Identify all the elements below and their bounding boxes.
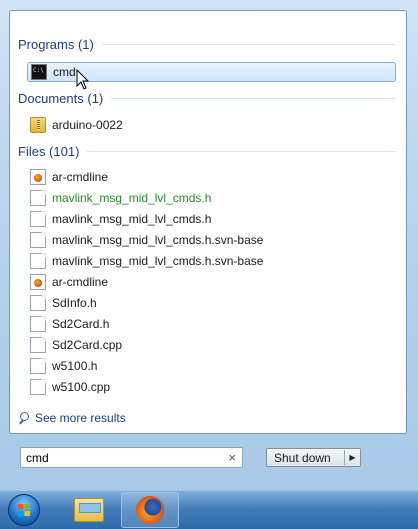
list-item[interactable]: SdInfo.h bbox=[27, 293, 396, 313]
document-icon bbox=[30, 295, 46, 311]
start-button[interactable] bbox=[8, 494, 40, 526]
result-item-label: ar-cmdline bbox=[52, 275, 109, 289]
firefox-icon bbox=[136, 496, 164, 524]
list-item[interactable]: ar-cmdline bbox=[27, 272, 396, 292]
result-item-label: mavlink_msg_mid_lvl_cmds.h bbox=[52, 191, 212, 205]
document-icon bbox=[30, 379, 46, 395]
result-item-label: mavlink_msg_mid_lvl_cmds.h bbox=[52, 212, 212, 226]
list-item[interactable]: w5100.cpp bbox=[27, 377, 396, 397]
firefox-file-icon bbox=[30, 169, 46, 185]
document-icon bbox=[30, 232, 46, 248]
divider bbox=[87, 151, 396, 152]
list-item[interactable]: Sd2Card.h bbox=[27, 314, 396, 334]
search-input-value: cmd bbox=[26, 450, 49, 465]
start-menu-frame: Programs (1) cmd Documents (1) arduino-0… bbox=[0, 0, 418, 490]
programs-header-label: Programs (1) bbox=[18, 37, 94, 52]
taskbar-firefox[interactable] bbox=[121, 492, 179, 528]
list-item[interactable]: mavlink_msg_mid_lvl_cmds.h.svn-base bbox=[27, 230, 396, 250]
result-item-label: ar-cmdline bbox=[52, 170, 109, 184]
list-item[interactable]: mavlink_msg_mid_lvl_cmds.h bbox=[27, 209, 396, 229]
cmd-icon bbox=[31, 64, 47, 80]
document-icon bbox=[30, 253, 46, 269]
taskbar bbox=[0, 490, 418, 529]
result-item-label: mavlink_msg_mid_lvl_cmds.h.svn-base bbox=[52, 254, 264, 268]
search-results-panel: Programs (1) cmd Documents (1) arduino-0… bbox=[9, 10, 407, 434]
result-item-label: cmd bbox=[53, 65, 76, 79]
folder-icon bbox=[74, 498, 104, 522]
shutdown-label: Shut down bbox=[274, 450, 331, 465]
list-item[interactable]: mavlink_msg_mid_lvl_cmds.h bbox=[27, 188, 396, 208]
mouse-cursor-icon bbox=[76, 69, 90, 90]
result-item-label: Sd2Card.h bbox=[52, 317, 110, 331]
result-item-label: arduino-0022 bbox=[52, 118, 123, 132]
result-item-label: SdInfo.h bbox=[52, 296, 97, 310]
shutdown-options-arrow-icon[interactable]: ▶ bbox=[345, 453, 360, 462]
files-header-label: Files (101) bbox=[18, 144, 80, 159]
document-icon bbox=[30, 337, 46, 353]
taskbar-windows-explorer[interactable] bbox=[60, 492, 118, 528]
see-more-results-link[interactable]: See more results bbox=[18, 411, 126, 425]
documents-header-label: Documents (1) bbox=[18, 91, 104, 106]
zip-folder-icon bbox=[30, 117, 46, 133]
files-header[interactable]: Files (101) bbox=[18, 144, 396, 159]
search-input[interactable]: cmd × bbox=[20, 447, 243, 468]
document-icon bbox=[30, 316, 46, 332]
shutdown-button[interactable]: Shut down ▶ bbox=[266, 448, 361, 467]
result-item-label: mavlink_msg_mid_lvl_cmds.h.svn-base bbox=[52, 233, 264, 247]
list-item[interactable]: w5100.h bbox=[27, 356, 396, 376]
document-icon bbox=[30, 190, 46, 206]
firefox-file-icon bbox=[30, 274, 46, 290]
document-icon bbox=[30, 358, 46, 374]
programs-header[interactable]: Programs (1) bbox=[18, 37, 396, 52]
result-item-label: Sd2Card.cpp bbox=[52, 338, 123, 352]
result-item-label: w5100.cpp bbox=[52, 380, 111, 394]
document-icon bbox=[30, 211, 46, 227]
list-item[interactable]: ar-cmdline bbox=[27, 167, 396, 187]
divider bbox=[101, 44, 396, 45]
result-item-arduino[interactable]: arduino-0022 bbox=[27, 115, 396, 135]
search-icon bbox=[18, 411, 31, 425]
clear-search-icon[interactable]: × bbox=[228, 450, 236, 465]
divider bbox=[111, 98, 396, 99]
result-item-label: w5100.h bbox=[52, 359, 98, 373]
documents-header[interactable]: Documents (1) bbox=[18, 91, 396, 106]
list-item[interactable]: Sd2Card.cpp bbox=[27, 335, 396, 355]
see-more-results-label: See more results bbox=[35, 411, 126, 425]
list-item[interactable]: mavlink_msg_mid_lvl_cmds.h.svn-base bbox=[27, 251, 396, 271]
